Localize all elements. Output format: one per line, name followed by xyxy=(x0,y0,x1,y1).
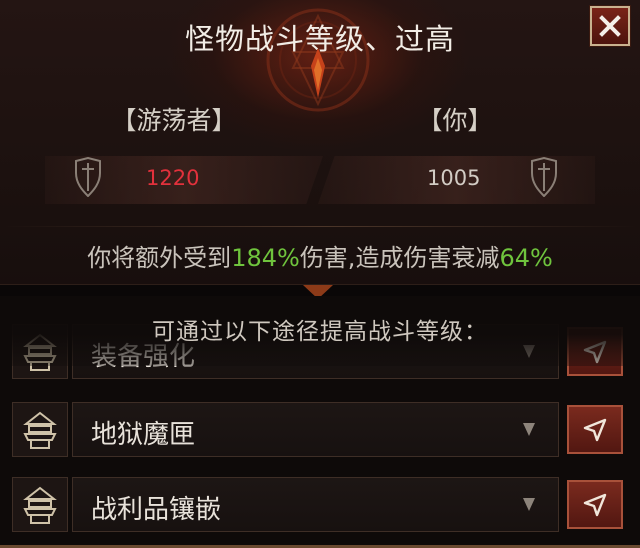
dialog-title: 怪物战斗等级、过高 xyxy=(184,22,455,56)
method-icon-box xyxy=(12,402,68,457)
player-level: 1005 xyxy=(427,166,481,190)
chevron-down-icon[interactable] xyxy=(523,498,535,511)
warning-text: 你将额外受到 xyxy=(87,244,232,272)
damage-taken-percent: 184% xyxy=(231,244,300,272)
send-arrow-icon xyxy=(583,418,607,441)
method-row-hell-box[interactable]: 地狱魔匣 xyxy=(12,402,626,457)
close-icon xyxy=(599,15,621,37)
method-row-loot-inlay[interactable]: 战利品镶嵌 xyxy=(12,477,626,532)
close-button[interactable] xyxy=(589,5,631,47)
separator xyxy=(0,226,640,227)
player-name: 【你】 xyxy=(417,106,493,135)
method-label: 战利品镶嵌 xyxy=(91,495,222,525)
pagoda-icon xyxy=(23,411,57,449)
warning-text: 伤害,造成伤害衰减 xyxy=(299,244,500,272)
go-button[interactable] xyxy=(567,480,623,529)
monster-name: 【游荡者】 xyxy=(111,106,237,135)
shield-icon xyxy=(531,157,557,197)
combat-level-dialog: 怪物战斗等级、过高 【游荡者】 【你】 1220 1005 你将额外受到184%… xyxy=(0,0,640,548)
method-icon-box xyxy=(12,477,68,532)
improve-hint: 可通过以下途径提高战斗等级： xyxy=(152,319,488,345)
method-bar[interactable]: 地狱魔匣 xyxy=(72,402,559,457)
go-button[interactable] xyxy=(567,405,623,454)
damage-reduction-percent: 64% xyxy=(499,244,553,272)
damage-warning: 你将额外受到184%伤害,造成伤害衰减64% xyxy=(0,238,640,273)
method-bar[interactable]: 战利品镶嵌 xyxy=(72,477,559,532)
method-label: 地狱魔匣 xyxy=(91,420,196,450)
monster-level: 1220 xyxy=(146,166,200,190)
chevron-down-icon[interactable] xyxy=(523,423,535,436)
pagoda-icon xyxy=(23,486,57,524)
send-arrow-icon xyxy=(583,493,607,516)
shield-icon xyxy=(75,157,101,197)
